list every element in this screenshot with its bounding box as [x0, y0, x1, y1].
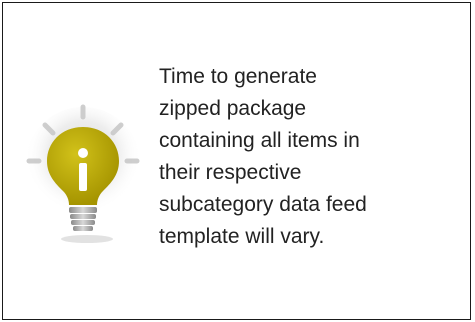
tip-line: Time to generate: [159, 65, 317, 88]
lightbulb-info-icon: [25, 104, 141, 243]
tip-line: containing all items in: [159, 129, 360, 152]
tip-message: Time to generate zipped package containi…: [159, 61, 459, 253]
tip-line: zipped package: [159, 97, 307, 120]
tip-line: their respective: [159, 161, 302, 184]
tip-line: template will vary.: [159, 225, 325, 248]
tip-callout: Time to generate zipped package containi…: [2, 2, 471, 320]
tip-line: subcategory data feed: [159, 193, 367, 216]
